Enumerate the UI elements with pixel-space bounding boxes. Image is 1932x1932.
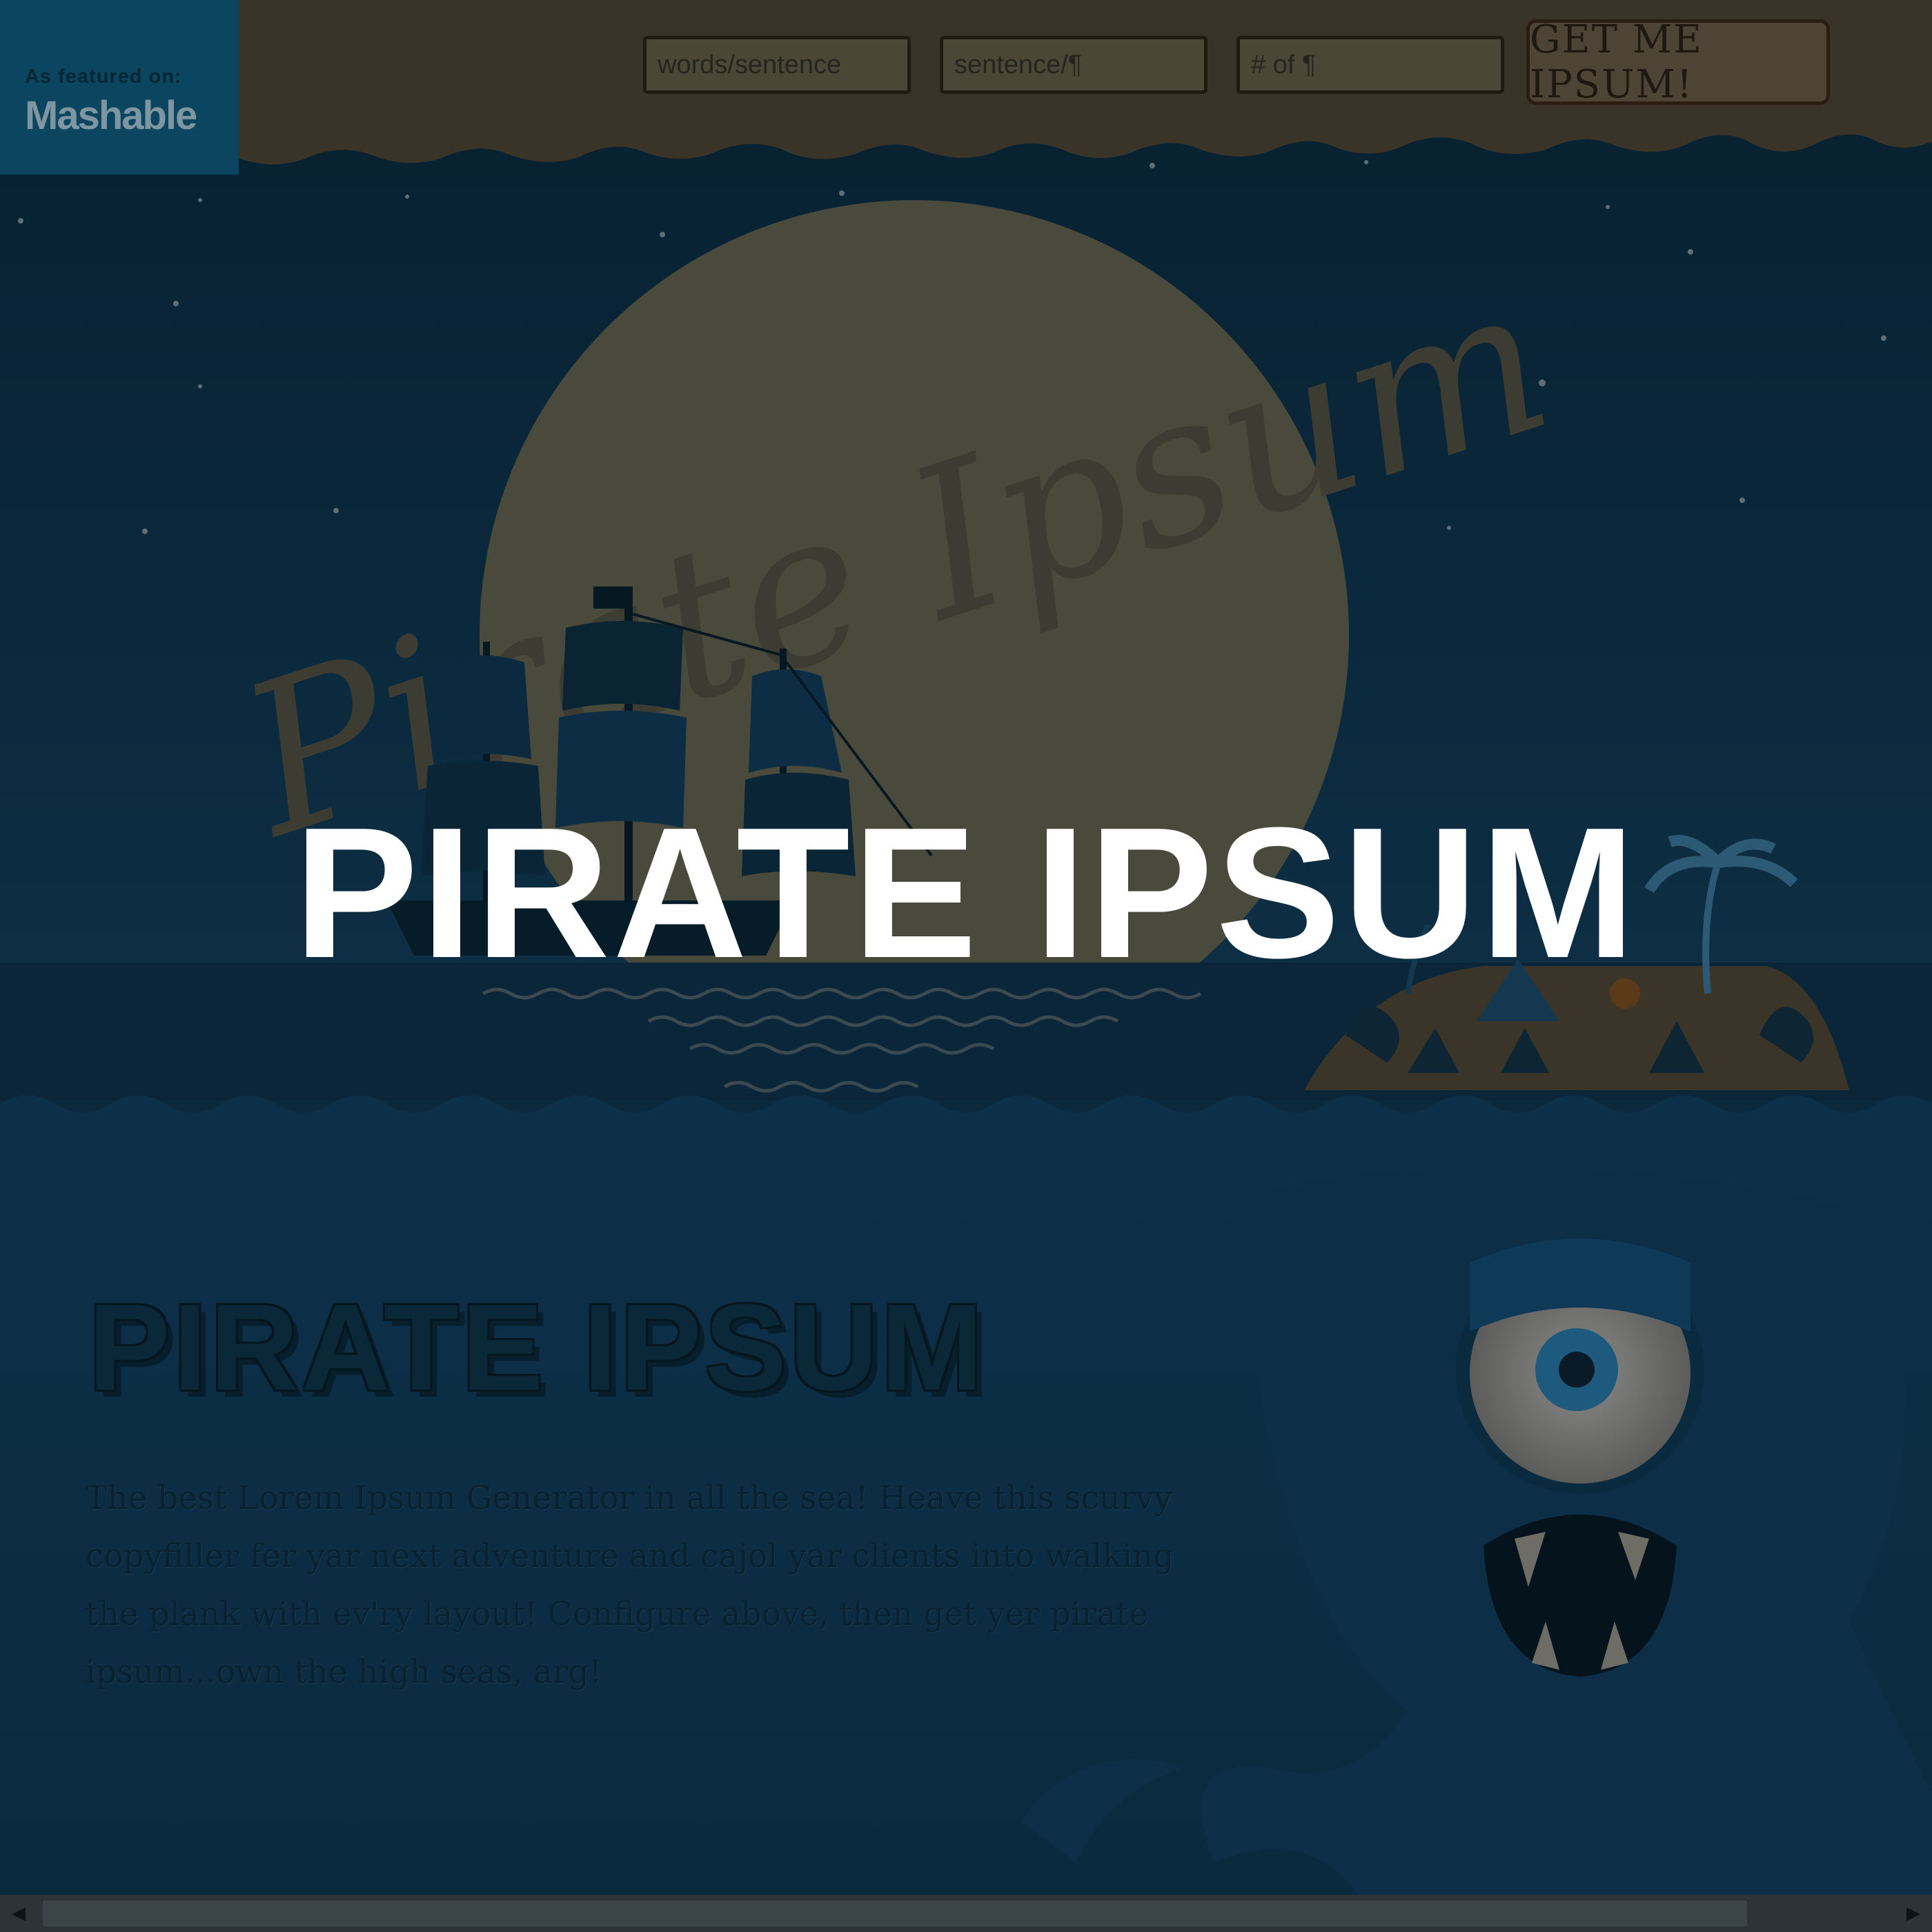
scroll-right-arrow-icon[interactable]: ▶ (1895, 1895, 1932, 1932)
featured-badge[interactable]: As featured on: Mashable (0, 0, 239, 175)
paragraph-count-input[interactable] (1236, 36, 1504, 94)
page: Pirate Ipsum As featured on: Mashable wo… (0, 0, 1932, 1932)
section-title: PIRATE IPSUM (88, 1279, 986, 1416)
mashable-logo: Mashable (25, 93, 197, 138)
words-per-sentence-input[interactable] (643, 36, 911, 94)
featured-label: As featured on: (25, 66, 182, 88)
section-description: The best Lorem Ipsum Generator in all th… (86, 1479, 1174, 1691)
sentences-per-paragraph-input[interactable] (940, 36, 1208, 94)
scroll-left-arrow-icon[interactable]: ◀ (0, 1895, 37, 1932)
horizontal-scrollbar[interactable]: ◀ ▶ (0, 1895, 1932, 1932)
hero-title: PIRATE IPSUM (293, 789, 1639, 997)
scrollbar-thumb[interactable] (43, 1900, 1747, 1926)
get-ipsum-button[interactable]: GET ME IPSUM! (1526, 17, 1830, 107)
